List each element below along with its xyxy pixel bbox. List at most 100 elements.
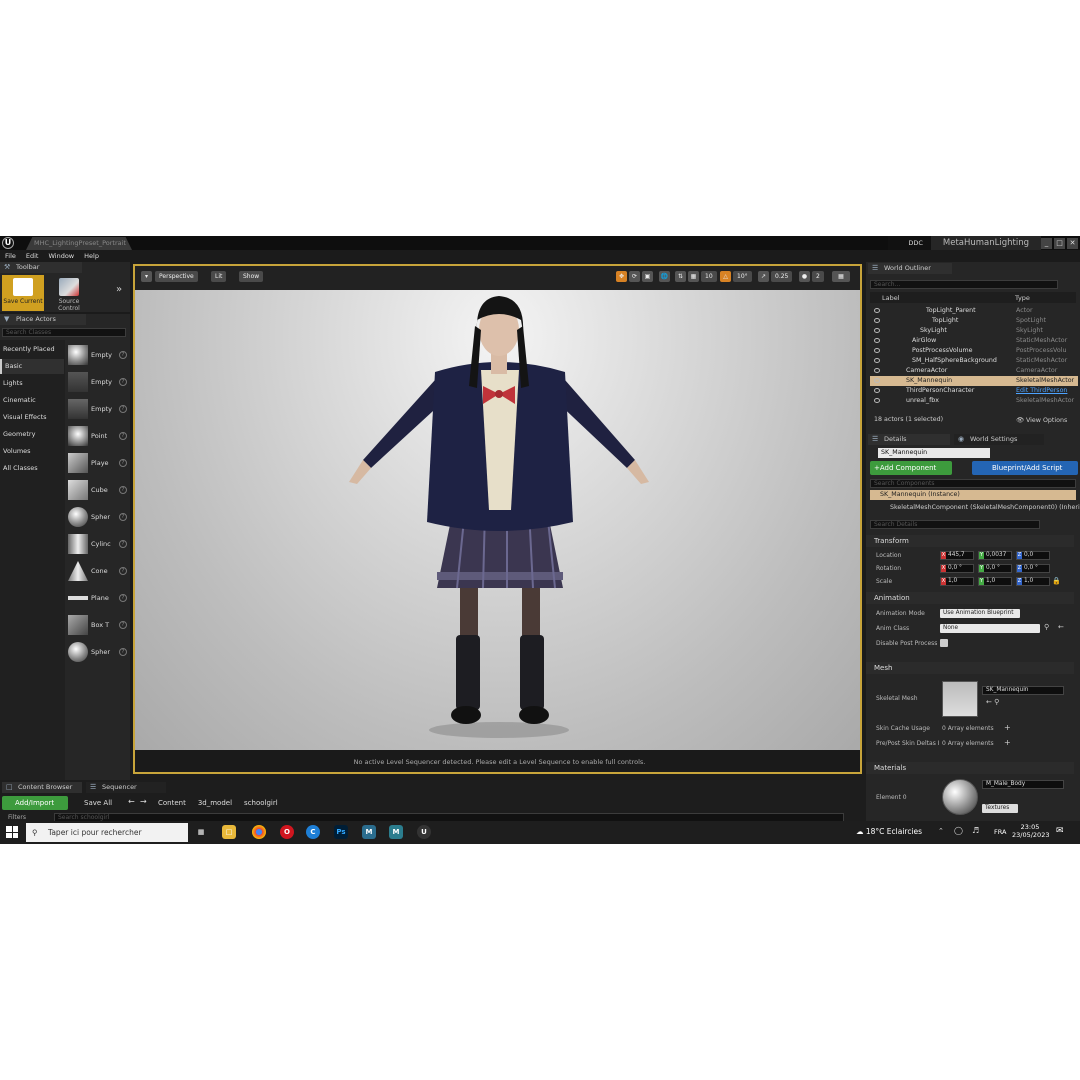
lock-icon[interactable]: 🔒	[1052, 577, 1061, 585]
rotation-y-field[interactable]: Y 0,0 °	[978, 564, 1012, 573]
translate-icon[interactable]: ✥	[616, 271, 627, 282]
breadcrumb-3d-model[interactable]: 3d_model	[198, 796, 232, 810]
animation-section[interactable]: Animation	[866, 592, 1074, 604]
rotation-snap-icon[interactable]: △	[720, 271, 731, 282]
visibility-icon[interactable]	[874, 358, 880, 363]
scale-y-field[interactable]: Y 1,0	[978, 577, 1012, 586]
mesh-section[interactable]: Mesh	[866, 662, 1074, 674]
volume-icon[interactable]: ♬	[972, 826, 979, 835]
taskbar-search-box[interactable]: ⚲ Taper ici pour rechercher	[26, 823, 188, 842]
tab-toolbar[interactable]: ⚒ Toolbar	[0, 262, 82, 273]
column-type[interactable]: Type	[1015, 294, 1030, 302]
visibility-icon[interactable]	[874, 318, 880, 323]
expand-toolbar-icon[interactable]: »	[116, 284, 122, 295]
add-element-icon[interactable]: +	[1004, 738, 1011, 747]
level-viewport[interactable]: ▾ Perspective Lit Show ✥ ⟳ ▣ 🌐 ⇅ ▦ 10 △ …	[133, 264, 862, 774]
metahuman-icon[interactable]: M	[362, 825, 376, 839]
tab-sequencer[interactable]: ☰ Sequencer	[86, 782, 166, 793]
actor-cone[interactable]: Cone?	[68, 560, 128, 582]
rotation-label[interactable]: Rotation	[876, 565, 901, 572]
task-view-icon[interactable]: ▦	[194, 825, 208, 839]
outliner-row[interactable]: PostProcessVolume PostProcessVolu	[870, 346, 1078, 356]
surface-snap-icon[interactable]: ⇅	[675, 271, 686, 282]
unreal-engine-icon[interactable]: U	[417, 825, 431, 839]
actor-box-trigger[interactable]: Box T?	[68, 614, 128, 636]
location-label[interactable]: Location	[876, 552, 901, 559]
clock[interactable]: 23:05 23/05/2023	[1012, 823, 1049, 839]
windows-start-icon[interactable]	[6, 826, 18, 838]
close-button[interactable]: ✕	[1067, 237, 1078, 249]
tab-details[interactable]: ☰ Details	[868, 434, 950, 445]
help-icon[interactable]: ?	[119, 594, 127, 602]
scale-z-field[interactable]: Z 1,0	[1016, 577, 1050, 586]
use-selected-icon[interactable]: ← ⚲	[986, 698, 999, 706]
location-y-field[interactable]: Y 0,0037	[978, 551, 1012, 560]
chrome-icon[interactable]	[252, 825, 266, 839]
view-options-button[interactable]: 👁 View Options	[1016, 416, 1067, 424]
help-icon[interactable]: ?	[119, 567, 127, 575]
edit-blueprint-link[interactable]: Edit ThirdPerson	[1016, 386, 1067, 396]
visibility-icon[interactable]	[874, 348, 880, 353]
help-icon[interactable]: ?	[119, 540, 127, 548]
anim-class-dropdown[interactable]: None	[940, 624, 1040, 633]
help-icon[interactable]: ?	[119, 621, 127, 629]
component-row[interactable]: SkeletalMeshComponent (SkeletalMeshCompo…	[890, 503, 1080, 513]
camera-speed-value[interactable]: 2	[812, 271, 824, 282]
breadcrumb-content[interactable]: Content	[158, 796, 186, 810]
visibility-icon[interactable]	[874, 308, 880, 313]
visibility-icon[interactable]	[874, 398, 880, 403]
actor-point-light[interactable]: Point?	[68, 425, 128, 447]
search-asset-icon[interactable]: ⚲	[1044, 623, 1049, 631]
help-icon[interactable]: ?	[119, 459, 127, 467]
metahuman-app-icon[interactable]: M	[389, 825, 403, 839]
help-icon[interactable]: ?	[119, 513, 127, 521]
menu-edit[interactable]: Edit	[21, 250, 44, 262]
save-current-button[interactable]: Save Current	[2, 275, 44, 311]
actor-sphere-trigger[interactable]: Spher?	[68, 641, 128, 663]
search-details-input[interactable]: Search Details	[870, 520, 1040, 529]
add-import-button[interactable]: Add/Import	[2, 796, 68, 810]
weather-widget[interactable]: ☁ 18°C Eclaircies	[856, 827, 922, 836]
grid-snap-value[interactable]: 10	[701, 271, 717, 282]
save-all-button[interactable]: Save All	[74, 796, 112, 810]
world-space-icon[interactable]: 🌐	[659, 271, 670, 282]
actor-empty-pawn[interactable]: Empty?	[68, 398, 128, 420]
actor-plane[interactable]: Plane?	[68, 587, 128, 609]
photoshop-icon[interactable]: Ps	[334, 825, 348, 839]
outliner-row[interactable]: SM_HalfSphereBackground StaticMeshActor	[870, 356, 1078, 366]
menu-help[interactable]: Help	[79, 250, 104, 262]
camera-speed-icon[interactable]: ●	[799, 271, 810, 282]
rotation-z-field[interactable]: Z 0,0 °	[1016, 564, 1050, 573]
filters-button[interactable]: Filters	[8, 814, 26, 821]
ddc-indicator[interactable]: DDC	[888, 236, 931, 250]
rotation-snap-value[interactable]: 10°	[733, 271, 752, 282]
add-component-button[interactable]: +Add Component	[870, 461, 952, 475]
scale-snap-icon[interactable]: ↗	[758, 271, 769, 282]
scale-icon[interactable]: ▣	[642, 271, 653, 282]
use-selected-icon[interactable]: ←	[1058, 623, 1064, 631]
help-icon[interactable]: ?	[119, 405, 127, 413]
viewport-layout-icon[interactable]: ▦	[832, 271, 850, 282]
actor-player-start[interactable]: Playe?	[68, 452, 128, 474]
level-tab[interactable]: MHC_LightingPreset_Portrait	[26, 237, 132, 250]
source-control-button[interactable]: Source Control	[48, 275, 90, 312]
textures-dropdown[interactable]: Textures	[982, 804, 1018, 813]
actor-empty-actor[interactable]: Empty?	[68, 344, 128, 366]
actor-cylinder[interactable]: Cylinc?	[68, 533, 128, 555]
skeletal-mesh-thumbnail[interactable]	[942, 681, 978, 717]
tab-content-browser[interactable]: □ Content Browser	[2, 782, 82, 793]
visibility-icon[interactable]	[874, 328, 880, 333]
outliner-row[interactable]: SkyLight SkyLight	[870, 326, 1078, 336]
column-label[interactable]: Label	[882, 294, 900, 302]
material-picker[interactable]: M_Male_Body	[982, 780, 1064, 789]
outliner-row[interactable]: unreal_fbx SkeletalMeshActor	[870, 396, 1078, 406]
outliner-search-input[interactable]: Search...	[870, 280, 1058, 289]
skeletal-mesh-picker[interactable]: SK_Mannequin	[982, 686, 1064, 695]
notifications-icon[interactable]: ✉	[1056, 826, 1064, 836]
actor-name-field[interactable]: SK_Mannequin	[878, 448, 990, 458]
show-button[interactable]: Show	[239, 271, 264, 282]
breadcrumb-schoolgirl[interactable]: schoolgirl	[244, 796, 278, 810]
menu-file[interactable]: File	[0, 250, 21, 262]
actor-empty-character[interactable]: Empty?	[68, 371, 128, 393]
back-icon[interactable]: ←	[128, 797, 135, 806]
